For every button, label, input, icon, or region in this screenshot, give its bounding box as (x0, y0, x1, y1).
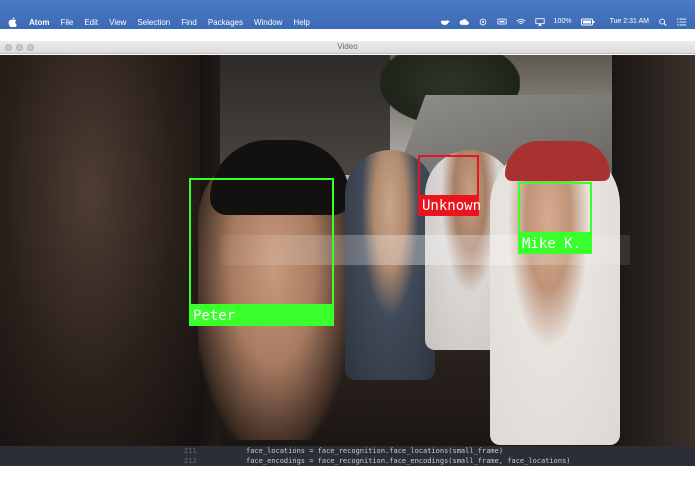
menu-window[interactable]: Window (254, 18, 282, 27)
menu-clock[interactable]: Tue 2:31 AM (610, 18, 649, 25)
status-area: 100% Tue 2:31 AM (440, 16, 687, 27)
line-number: 212 (184, 457, 197, 465)
menu-find[interactable]: Find (181, 18, 197, 27)
menu-file[interactable]: File (60, 18, 73, 27)
airplay-icon[interactable] (535, 17, 545, 26)
menu-edit[interactable]: Edit (84, 18, 98, 27)
menu-left: Atom File Edit View Selection Find Packa… (8, 16, 321, 28)
code-editor[interactable]: 211 face_locations = face_recognition.fa… (0, 446, 695, 466)
spotlight-icon[interactable] (658, 18, 668, 26)
face-label-mike: Mike K. (518, 234, 592, 254)
menu-app-name[interactable]: Atom (29, 18, 49, 27)
window-title-bar[interactable]: Video (0, 41, 695, 54)
code-line[interactable]: 211 face_locations = face_recognition.fa… (0, 446, 695, 456)
location-icon[interactable] (478, 18, 488, 26)
apple-icon[interactable] (8, 17, 17, 27)
mike-cap (505, 141, 610, 181)
window-title: Video (337, 42, 358, 51)
battery-percentage: 100% (553, 18, 572, 25)
face-box-mike (518, 182, 592, 234)
battery-icon[interactable] (580, 18, 595, 26)
cloud-icon[interactable] (459, 18, 469, 26)
menu-view[interactable]: View (109, 18, 126, 27)
video-frame: Peter Unknown Mike K. (0, 55, 695, 446)
menu-bar: Atom File Edit View Selection Find Packa… (0, 0, 695, 29)
menu-selection[interactable]: Selection (137, 18, 170, 27)
face-box-unknown (418, 155, 479, 197)
face-label-unknown: Unknown (418, 196, 481, 216)
face-box-peter (189, 178, 334, 306)
code-text[interactable]: face_encodings = face_recognition.face_e… (246, 456, 571, 466)
code-line[interactable]: 212 face_encodings = face_recognition.fa… (0, 456, 695, 466)
face-label-peter: Peter (189, 306, 334, 326)
wifi-icon[interactable] (516, 18, 526, 26)
menu-help[interactable]: Help (293, 18, 309, 27)
docker-icon[interactable] (440, 18, 450, 26)
menu-packages[interactable]: Packages (208, 18, 243, 27)
line-number: 211 (184, 447, 197, 455)
viewer-face-reflection (0, 55, 200, 446)
display-icon[interactable] (497, 18, 507, 26)
bottom-area (0, 466, 695, 494)
notification-center-icon[interactable] (677, 17, 687, 26)
code-text[interactable]: face_locations = face_recognition.face_l… (246, 446, 503, 456)
